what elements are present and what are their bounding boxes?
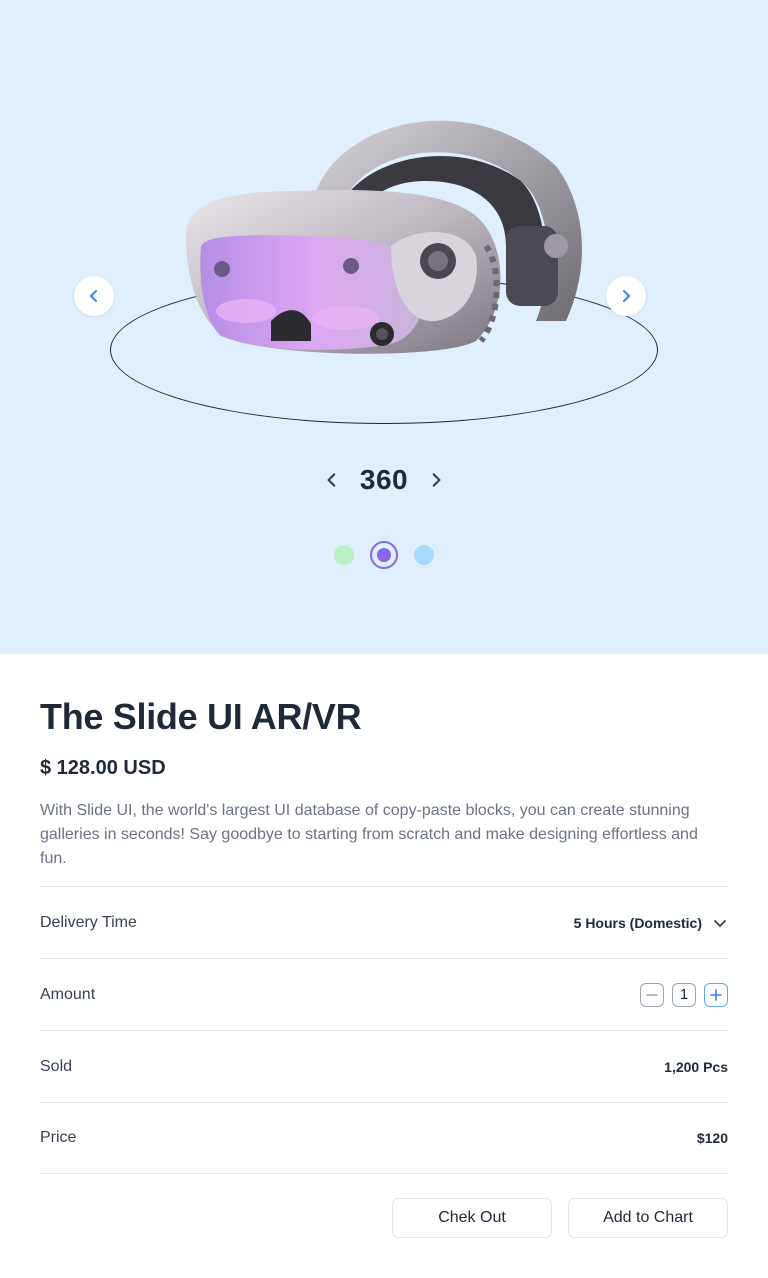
- plus-icon: [710, 988, 722, 1001]
- delivery-time-value: 5 Hours (Domestic): [573, 914, 702, 931]
- chevron-left-icon: [90, 290, 97, 302]
- increase-quantity-button[interactable]: [704, 982, 728, 1007]
- vr-headset-image: [186, 120, 583, 354]
- product-description: With Slide UI, the world's largest UI da…: [40, 802, 698, 867]
- rotate-right-button[interactable]: [424, 468, 448, 492]
- color-swatch-green[interactable]: [334, 545, 354, 565]
- amount-label: Amount: [40, 985, 96, 1003]
- color-variant-selector: [0, 541, 768, 569]
- product-gallery: 360: [0, 0, 768, 654]
- minus-icon: [646, 993, 658, 996]
- color-swatch-purple-selected[interactable]: [370, 541, 398, 569]
- divider: [40, 1173, 728, 1174]
- sold-label: Sold: [40, 1057, 73, 1075]
- chevron-down-icon: [714, 919, 726, 927]
- price-label: Price: [40, 1129, 77, 1146]
- product-price: $ 128.00 USD: [40, 757, 166, 779]
- delivery-time-row: Delivery Time 5 Hours (Domestic): [40, 886, 728, 958]
- delivery-time-select[interactable]: 5 Hours (Domestic): [574, 915, 728, 931]
- chevron-right-icon: [623, 290, 630, 302]
- rotate-left-button[interactable]: [320, 468, 344, 492]
- price-value: $120: [696, 1130, 728, 1146]
- amount-row: Amount 1: [40, 958, 728, 1030]
- checkout-button[interactable]: Chek Out: [392, 1198, 552, 1238]
- add-to-cart-button[interactable]: Add to Chart: [568, 1198, 728, 1238]
- quantity-stepper: 1: [640, 982, 728, 1007]
- view-360-control: 360: [0, 460, 768, 500]
- gallery-prev-button[interactable]: [74, 276, 114, 316]
- chevron-right-icon: [432, 473, 441, 487]
- gallery-next-button[interactable]: [606, 276, 646, 316]
- color-swatch-blue[interactable]: [414, 545, 434, 565]
- price-row: Price $120: [40, 1102, 728, 1173]
- sold-row: Sold 1,200 Pcs: [40, 1030, 728, 1102]
- sold-value: 1,200 Pcs: [664, 1058, 728, 1075]
- view-360-label: 360: [359, 464, 409, 495]
- chevron-left-icon: [327, 473, 336, 487]
- delivery-time-label: Delivery Time: [40, 913, 137, 931]
- quantity-value[interactable]: 1: [672, 982, 696, 1007]
- decrease-quantity-button[interactable]: [640, 982, 664, 1007]
- product-title: The Slide UI AR/VR: [40, 696, 362, 737]
